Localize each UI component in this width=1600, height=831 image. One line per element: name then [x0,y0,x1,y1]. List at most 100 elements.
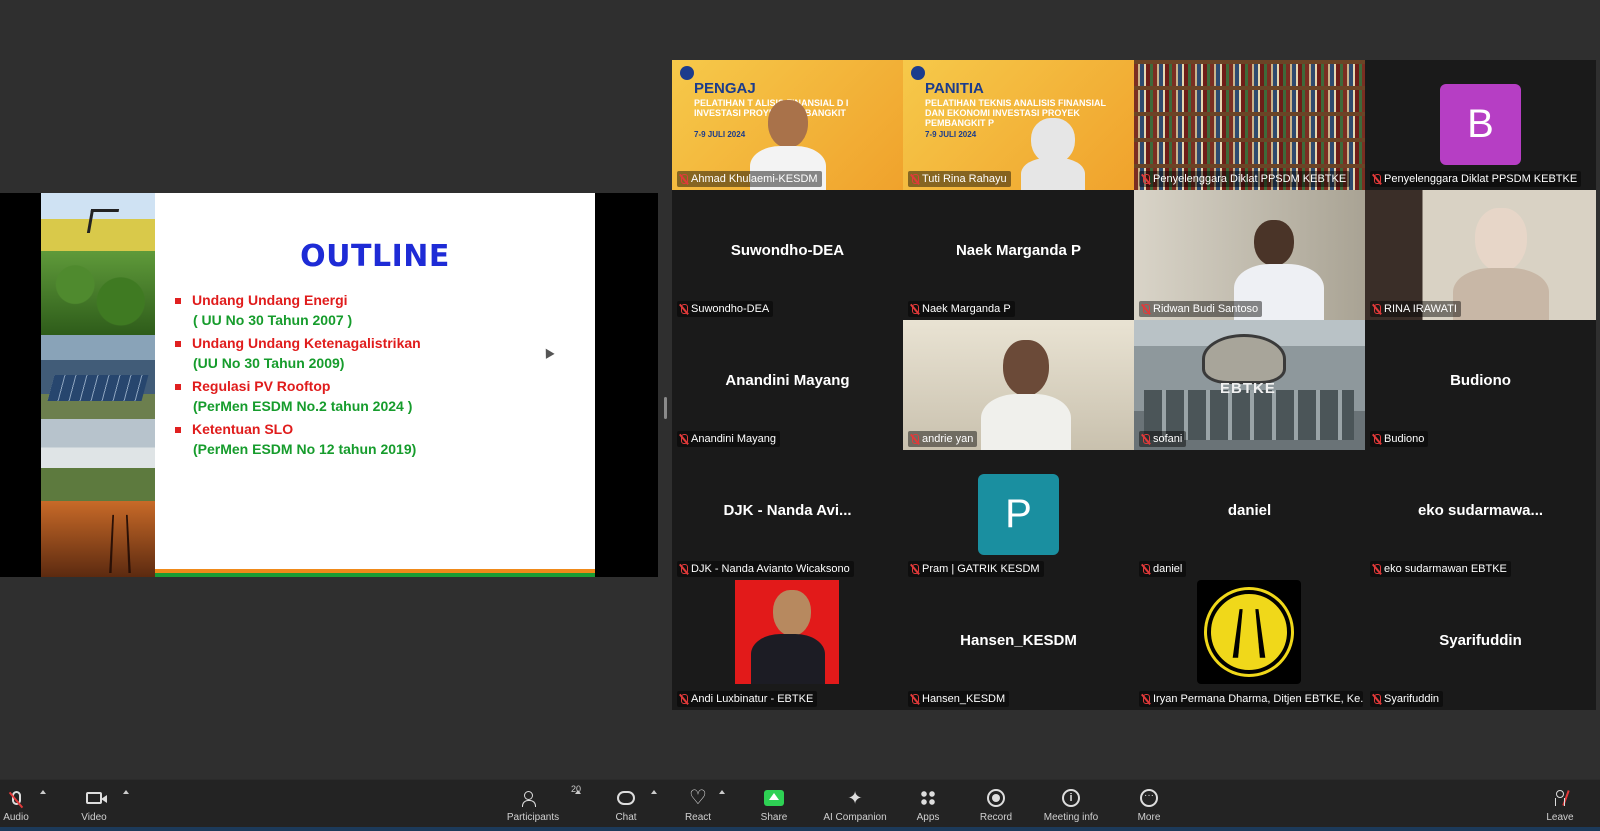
video-button[interactable]: Video [54,786,134,823]
muted-mic-icon [910,693,919,705]
participant-name-tag: Ridwan Budi Santoso [1139,301,1263,317]
participant-tile[interactable]: PENGAJ PELATIHAN T ALISIS FINANSIAL D I I… [672,60,903,190]
outline-heading: Ketentuan SLO [192,421,294,437]
outline-item: Regulasi PV Rooftop (PerMen ESDM No.2 ta… [173,377,573,416]
participant-tile[interactable]: andrie yan [903,320,1134,450]
participant-name-tag: RINA IRAWATI [1370,301,1461,317]
muted-mic-icon [1141,173,1150,185]
apps-label: Apps [916,812,940,823]
ai-companion-button[interactable]: ✦ AI Companion [815,786,895,823]
video-gallery: PENGAJ PELATIHAN T ALISIS FINANSIAL D I I… [672,60,1596,710]
participant-name-tag: Anandini Mayang [677,431,781,447]
avatar: P [978,474,1059,555]
participants-options-caret-icon[interactable] [575,790,581,794]
participant-tile[interactable]: B Penyelenggara Diklat PPSDM KEBTKE [1365,60,1596,190]
participant-name-tag: Naek Marganda P [908,301,1015,317]
record-label: Record [979,812,1013,823]
participant-display-name: Naek Marganda P [955,242,1082,259]
participant-name-tag: andrie yan [908,431,978,447]
participant-tile[interactable]: eko sudarmawa... eko sudarmawan EBTKE [1365,450,1596,580]
participant-display-name: daniel [1227,502,1272,519]
banner-title: PENGAJ [694,80,756,97]
chat-label: Chat [615,812,637,823]
camera-icon [86,792,107,804]
more-button[interactable]: ··· More [1109,786,1189,823]
participant-name: RINA IRAWATI [1384,303,1457,315]
participant-tile[interactable]: Anandini Mayang Anandini Mayang [672,320,903,450]
muted-mic-icon [1372,693,1381,705]
participant-name: Naek Marganda P [922,303,1011,315]
chat-icon [617,791,635,805]
muted-mic-icon [11,791,21,805]
muted-mic-icon [679,433,688,445]
participant-tile[interactable]: Suwondho-DEA Suwondho-DEA [672,190,903,320]
muted-mic-icon [679,173,688,185]
geothermal-plant-photo [41,419,155,501]
banner-date: 7-9 JULI 2024 [925,130,977,139]
audio-button[interactable]: Audio [0,786,56,823]
participant-name-tag: Pram | GATRIK KESDM [908,561,1044,577]
presentation-slide: OUTLINE Undang Undang Energi ( UU No 30 … [41,193,595,577]
meeting-toolbar: Audio Video 20 Participants Chat ♡ React… [0,779,1600,831]
muted-mic-icon [910,433,919,445]
chat-options-caret-icon[interactable] [651,790,657,794]
react-button[interactable]: ♡ React [658,786,738,823]
share-screen-icon [764,790,784,806]
participant-tile[interactable]: Hansen_KESDM Hansen_KESDM [903,580,1134,710]
video-options-caret-icon[interactable] [123,790,129,794]
building-sign: EBTKE [1220,380,1276,397]
palm-plantation-photo [41,251,155,335]
share-button[interactable]: Share [734,786,814,823]
audio-options-caret-icon[interactable] [40,790,46,794]
participants-button[interactable]: 20 Participants [493,784,581,823]
power-tower-photo [41,501,155,577]
record-button[interactable]: Record [956,786,1036,823]
outline-item: Undang Undang Ketenagalistrikan (UU No 3… [173,334,573,373]
muted-mic-icon [1141,433,1150,445]
slide-title: OUTLINE [300,239,450,274]
muted-mic-icon [679,693,688,705]
participant-name-tag: Syarifuddin [1370,691,1444,707]
participant-name-tag: Penyelenggara Diklat PPSDM KEBTKE [1139,171,1351,187]
participant-tile[interactable]: Ridwan Budi Santoso [1134,190,1365,320]
participant-name: Suwondho-DEA [691,303,770,315]
participant-name: Hansen_KESDM [922,693,1006,705]
avatar: B [1440,84,1521,165]
participants-label: Participants [506,812,560,823]
participant-name: Penyelenggara Diklat PPSDM KEBTKE [1153,173,1347,185]
participant-tile[interactable]: Penyelenggara Diklat PPSDM KEBTKE [1134,60,1365,190]
participant-display-name: Syarifuddin [1439,632,1522,649]
outline-heading: Undang Undang Ketenagalistrikan [192,335,421,351]
participant-tile[interactable]: EBTKE sofani [1134,320,1365,450]
split-view-handle[interactable] [664,397,667,419]
slide-footer-stripe [155,569,595,577]
participant-tile[interactable]: daniel daniel [1134,450,1365,580]
outline-heading: Regulasi PV Rooftop [192,378,331,394]
outline-sub: (UU No 30 Tahun 2009) [193,355,345,371]
participant-name: Andi Luxbinatur - EBTKE [691,693,814,705]
participant-tile[interactable]: Budiono Budiono [1365,320,1596,450]
participant-name: DJK - Nanda Avianto Wicaksono [691,563,850,575]
meeting-info-button[interactable]: i Meeting info [1031,786,1111,823]
participant-tile[interactable]: P Pram | GATRIK KESDM [903,450,1134,580]
participant-tile[interactable]: Syarifuddin Syarifuddin [1365,580,1596,710]
participant-name: Budiono [1384,433,1425,445]
muted-mic-icon [1141,693,1150,705]
leave-button[interactable]: Leave [1520,786,1600,823]
muted-mic-icon [679,303,688,315]
outline-list: Undang Undang Energi ( UU No 30 Tahun 20… [173,291,573,463]
participant-tile[interactable]: RINA IRAWATI [1365,190,1596,320]
participant-name-tag: Tuti Rina Rahayu [908,171,1011,187]
participant-tile[interactable]: Andi Luxbinatur - EBTKE [672,580,903,710]
participant-display-name: Suwondho-DEA [730,242,845,259]
react-options-caret-icon[interactable] [719,790,725,794]
participant-name-tag: daniel [1139,561,1187,577]
participant-tile[interactable]: DJK - Nanda Avi... DJK - Nanda Avianto Wi… [672,450,903,580]
participant-tile[interactable]: Iryan Permana Dharma, Ditjen EBTKE, Ke..… [1134,580,1365,710]
shared-screen[interactable]: OUTLINE Undang Undang Energi ( UU No 30 … [0,193,658,577]
outline-heading: Undang Undang Energi [192,292,348,308]
participant-tile[interactable]: Naek Marganda P Naek Marganda P [903,190,1134,320]
participant-name-tag: Iryan Permana Dharma, Ditjen EBTKE, Ke..… [1139,691,1363,707]
participant-display-name: Budiono [1450,372,1511,389]
participant-tile[interactable]: PANITIA PELATIHAN TEKNIS ANALISIS FINANSI… [903,60,1134,190]
